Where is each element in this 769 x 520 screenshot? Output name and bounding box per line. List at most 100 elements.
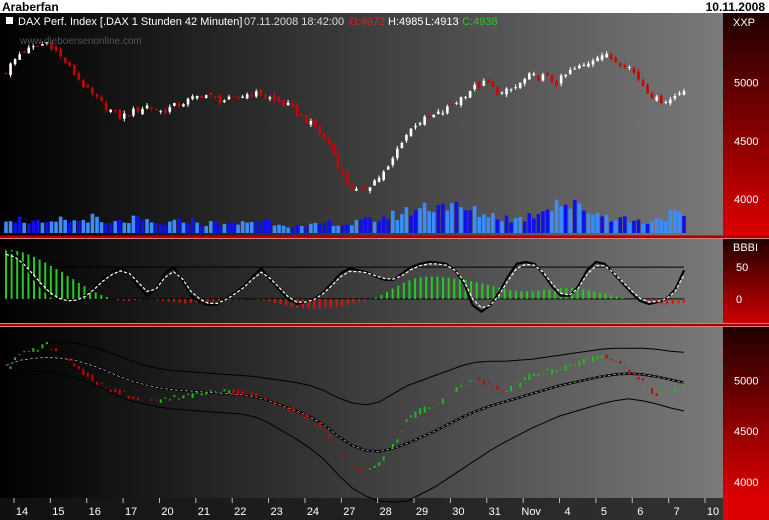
- volume-bar: [331, 226, 336, 233]
- volume-bar: [304, 226, 309, 233]
- volume-bar: [86, 222, 90, 233]
- candle-body: [455, 102, 458, 104]
- candle-body: [527, 73, 531, 80]
- top-bar: Araberfan 10.11.2008: [0, 0, 769, 14]
- volume-bar: [249, 221, 254, 233]
- x-tick-label: 15: [52, 506, 64, 518]
- volume-bar: [541, 211, 545, 233]
- candle-body: [22, 52, 26, 54]
- candle-body: [650, 93, 654, 99]
- volume-bar: [313, 222, 318, 233]
- chart-timestamp: 07.11.2008 18:42:00: [244, 16, 344, 28]
- candle-body: [482, 80, 486, 86]
- volume-bar: [290, 227, 295, 233]
- candle-body: [391, 157, 395, 165]
- candle-body: [195, 95, 199, 99]
- volume-bar: [550, 211, 554, 233]
- candle-body: [132, 108, 135, 116]
- candle-body: [118, 109, 122, 120]
- candle-body: [145, 105, 149, 109]
- volume-bar: [240, 221, 245, 233]
- y-tick-label: 0: [736, 294, 742, 306]
- volume-bar: [491, 212, 495, 233]
- candle-body: [282, 100, 285, 106]
- volume-bar: [222, 223, 227, 233]
- volume-bar: [72, 220, 77, 233]
- volume-bar: [609, 221, 613, 233]
- x-tick-label: 20: [161, 506, 173, 518]
- oscillator-scale-label: BBBI: [733, 242, 758, 254]
- candle-body: [405, 135, 408, 141]
- volume-bar: [131, 215, 136, 233]
- volume-bar: [236, 224, 240, 233]
- candle-body: [300, 114, 304, 116]
- volume-bar: [195, 222, 199, 233]
- candle-body: [168, 107, 172, 112]
- volume-bar: [90, 213, 95, 233]
- volume-bar: [318, 224, 322, 233]
- y-tick-label: 4500: [734, 426, 758, 438]
- y-tick-label: 4000: [734, 477, 758, 489]
- candle-body: [514, 87, 517, 89]
- candle-body: [541, 74, 545, 81]
- candle-body: [373, 180, 376, 186]
- volume-bar: [436, 205, 441, 233]
- candle-body: [550, 75, 554, 82]
- volume-bar: [149, 222, 154, 233]
- candle-body: [264, 95, 267, 98]
- candle-body: [487, 80, 490, 84]
- candle-body: [473, 84, 476, 90]
- candle-body: [72, 64, 76, 75]
- y-tick-label: 50: [736, 262, 748, 274]
- candle-body: [150, 107, 153, 109]
- volume-bar: [127, 223, 131, 233]
- x-tick-label: 7: [674, 506, 680, 518]
- candle-body: [236, 97, 240, 99]
- x-tick-label: 6: [637, 506, 643, 518]
- volume-bar: [22, 222, 27, 233]
- volume-bar: [568, 208, 573, 233]
- candle-body: [127, 115, 131, 117]
- volume-bar: [277, 224, 281, 233]
- volume-bar: [604, 214, 609, 233]
- volume-bar: [673, 210, 677, 233]
- candle-body: [273, 95, 276, 100]
- volume-bar: [636, 219, 641, 233]
- volume-bar: [377, 220, 381, 233]
- volume-bar: [413, 210, 418, 233]
- volume-bar: [26, 223, 31, 233]
- volume-bar: [682, 216, 686, 233]
- candle-body: [123, 113, 126, 119]
- volume-bar: [13, 222, 17, 233]
- volume-bar: [336, 225, 340, 233]
- volume-bar: [350, 225, 354, 233]
- candle-body: [618, 63, 622, 66]
- volume-bar: [623, 216, 627, 233]
- x-tick-label: 4: [564, 506, 570, 518]
- volume-bar: [677, 211, 682, 233]
- volume-bar: [650, 220, 654, 233]
- volume-bar: [468, 210, 472, 233]
- volume-bar: [618, 217, 623, 233]
- volume-bar: [172, 219, 177, 233]
- volume-bar: [218, 225, 222, 233]
- y-tick-label: 5000: [734, 376, 758, 388]
- y-tick-label: 5000: [734, 78, 758, 90]
- candle-body: [546, 73, 549, 76]
- volume-bar: [481, 214, 486, 233]
- candle-body: [423, 116, 426, 125]
- candle-body: [596, 57, 599, 62]
- volume-bar: [63, 219, 67, 233]
- volume-bar: [595, 212, 600, 233]
- volume-bar: [395, 220, 400, 233]
- x-tick-label: 5: [601, 506, 607, 518]
- volume-bar: [354, 219, 359, 233]
- volume-bar: [359, 219, 363, 233]
- candle-body: [509, 89, 513, 91]
- candle-body: [446, 106, 449, 114]
- candle-body: [573, 68, 577, 70]
- volume-bar: [418, 208, 422, 233]
- volume-bar: [81, 219, 86, 233]
- volume-bar: [641, 223, 645, 233]
- candle-body: [77, 72, 81, 80]
